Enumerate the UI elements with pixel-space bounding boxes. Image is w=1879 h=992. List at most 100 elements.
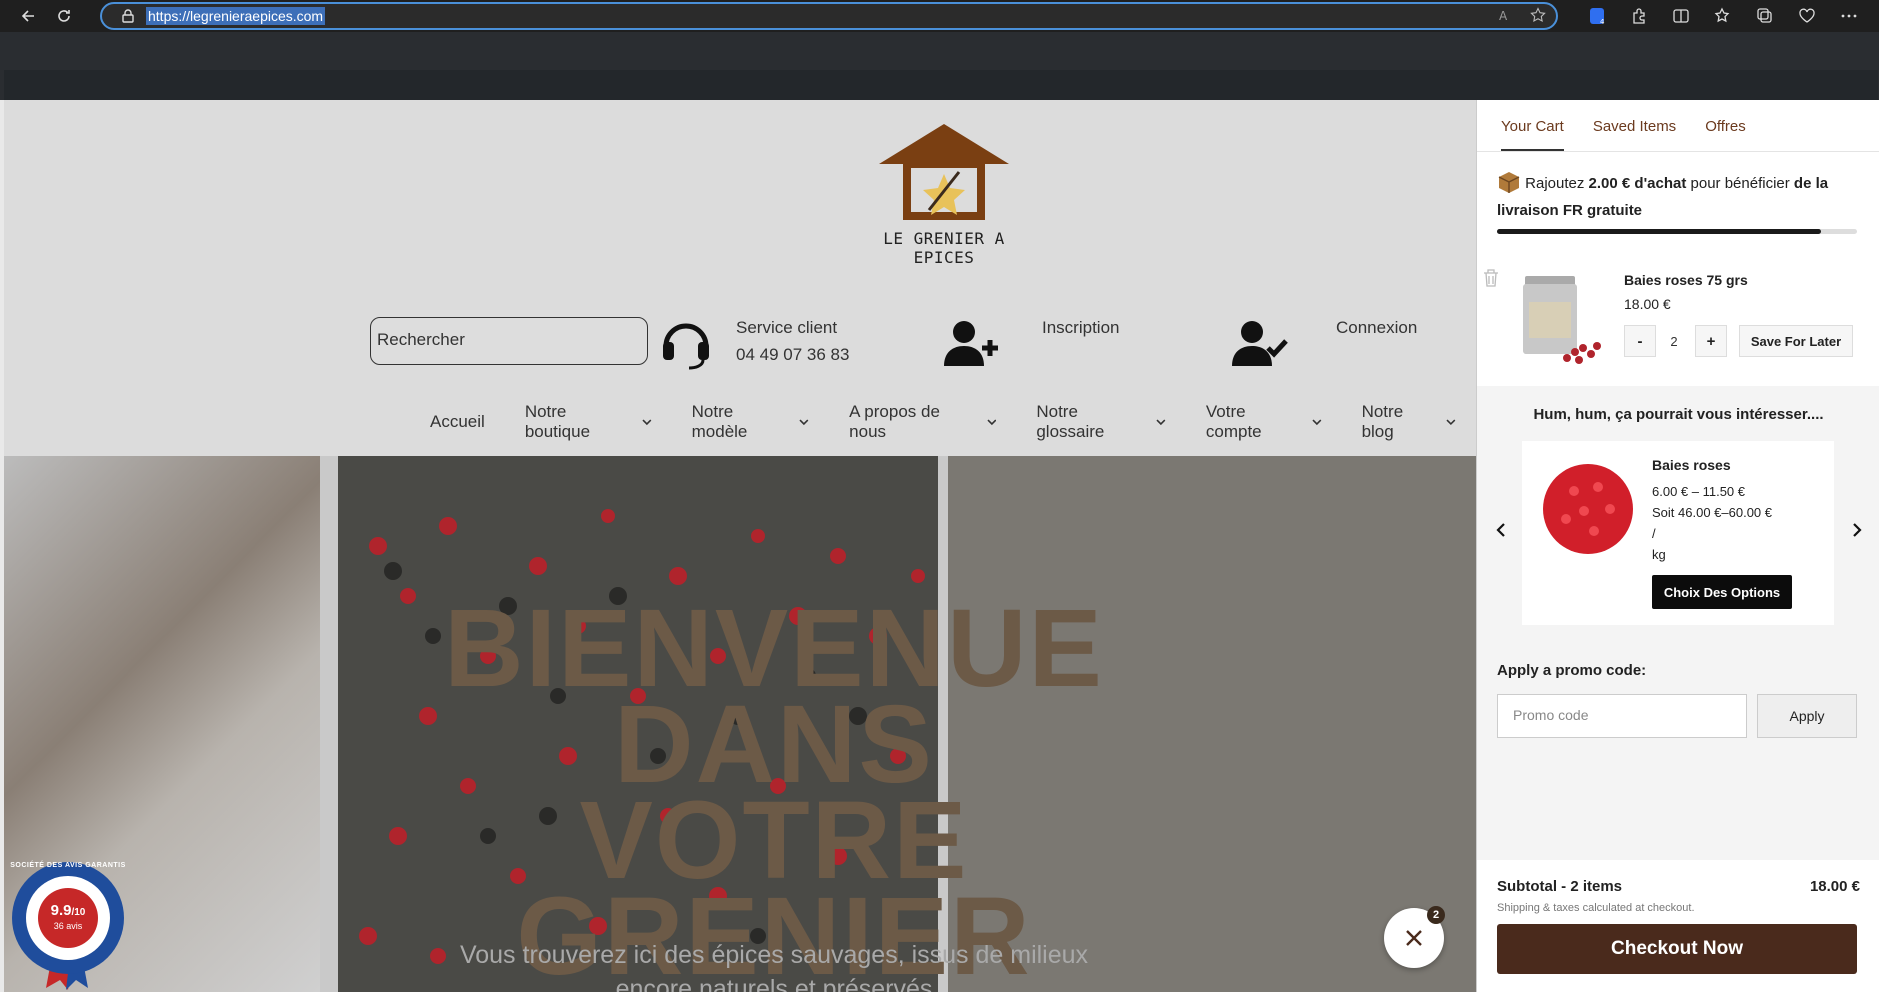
tab-offres[interactable]: Offres: [1705, 118, 1746, 151]
trash-icon[interactable]: [1482, 268, 1500, 288]
service-client-phone[interactable]: 04 49 07 36 83: [736, 341, 849, 368]
menu-item-glossaire[interactable]: Notre glossaire: [1016, 394, 1186, 450]
website-content: LE GRENIER A EPICES Rechercher Service c…: [4, 100, 1476, 992]
main-menu: Accueil Notre boutique Notre modèle A pr…: [410, 394, 1476, 460]
connexion-link[interactable]: Connexion: [1230, 314, 1417, 370]
hero-subtitle-line: encore naturels et préservés: [615, 975, 933, 992]
cart-item-price: 18.00 €: [1624, 296, 1671, 312]
svg-text:4: 4: [1600, 18, 1605, 25]
shipping-amount: 2.00 € d'achat: [1588, 175, 1687, 192]
tab-saved-items[interactable]: Saved Items: [1593, 118, 1676, 151]
menu-item-blog[interactable]: Notre blog: [1342, 394, 1476, 450]
carousel-prev-icon[interactable]: [1491, 520, 1511, 540]
menu-item-compte[interactable]: Votre compte: [1186, 394, 1342, 450]
menu-label: Accueil: [430, 412, 485, 431]
shipping-middle: pour bénéficier: [1686, 175, 1794, 192]
shipping-note: Shipping & taxes calculated at checkout.: [1497, 902, 1695, 914]
badge-score: 9.9/10: [36, 902, 100, 919]
toolbar-icons: 4: [1587, 0, 1859, 32]
badge-score-scale: /10: [71, 907, 86, 918]
subtotal-value: 18.00 €: [1809, 878, 1860, 895]
hero-title: BIENVENUE DANS VOTRE GRENIER: [414, 594, 1134, 992]
badge-score-value: 9.9: [50, 902, 72, 919]
shipping-progress-fill: [1497, 229, 1821, 234]
tab-your-cart[interactable]: Your Cart: [1501, 118, 1564, 151]
hero-subtitle: Vous trouverez ici des épices sauvages, …: [424, 938, 1124, 992]
address-bar[interactable]: https://legrenieraepices.com A: [100, 2, 1558, 30]
chevron-down-icon: [799, 419, 809, 426]
qty-increase-button[interactable]: +: [1695, 325, 1727, 357]
extensions-icon[interactable]: [1629, 6, 1649, 26]
refresh-icon[interactable]: [46, 0, 82, 32]
product-image-baies-roses-tin[interactable]: [1507, 270, 1607, 370]
subtotal-label: Subtotal - 2 items: [1497, 878, 1623, 895]
add-user-icon: [944, 321, 998, 366]
search-input[interactable]: Rechercher: [370, 317, 648, 365]
close-icon: [1406, 930, 1422, 946]
menu-item-accueil[interactable]: Accueil: [410, 394, 505, 460]
choose-options-button[interactable]: Choix Des Options: [1652, 575, 1792, 609]
favorites-icon[interactable]: [1713, 6, 1733, 26]
cart-footer: Subtotal - 2 items 18.00 € Shipping & ta…: [1477, 860, 1879, 992]
shipping-prefix: Rajoutez: [1525, 175, 1589, 192]
site-logo[interactable]: LE GRENIER A EPICES: [859, 122, 1029, 267]
favorite-star-icon[interactable]: [1530, 7, 1546, 28]
checkout-button[interactable]: Checkout Now: [1497, 924, 1857, 974]
cart-drawer: Your Cart Saved Items Offres Rajoutez 2.…: [1476, 100, 1879, 992]
menu-label: A propos de nous: [849, 402, 940, 441]
service-client[interactable]: Service client 04 49 07 36 83: [658, 314, 849, 370]
user-check-icon: [1232, 321, 1288, 366]
upsell-price-per-kg: Soit 46.00 €–60.00 €: [1652, 505, 1772, 520]
bitwarden-extension-icon[interactable]: 4: [1587, 6, 1607, 26]
browser-essentials-icon[interactable]: [1797, 6, 1817, 26]
menu-item-boutique[interactable]: Notre boutique: [505, 394, 672, 450]
headset-icon: [663, 323, 709, 370]
read-aloud-icon[interactable]: A: [1498, 7, 1514, 28]
hero-title-line: DANS VOTRE: [579, 683, 969, 902]
inscription-link[interactable]: Inscription: [942, 314, 1119, 370]
free-shipping-banner: Rajoutez 2.00 € d'achat pour bénéficier …: [1477, 152, 1879, 256]
collections-icon[interactable]: [1755, 6, 1775, 26]
cart-item: Baies roses 75 grs 18.00 € - 2 + Save Fo…: [1477, 256, 1879, 386]
carousel-next-icon[interactable]: [1847, 520, 1867, 540]
inscription-label: Inscription: [1042, 318, 1120, 337]
hero-subtitle-line: Vous trouverez ici des épices sauvages, …: [459, 941, 1089, 969]
cart-tabs: Your Cart Saved Items Offres: [1477, 100, 1879, 152]
back-icon[interactable]: [10, 0, 46, 32]
apply-promo-button[interactable]: Apply: [1757, 694, 1857, 738]
menu-label: Votre compte: [1205, 402, 1262, 441]
free-shipping-message: Rajoutez 2.00 € d'achat pour bénéficier …: [1497, 170, 1867, 224]
lock-icon: [120, 8, 136, 24]
service-client-title: Service client: [736, 318, 838, 337]
cart-item-name[interactable]: Baies roses 75 grs: [1624, 272, 1748, 288]
menu-label: Notre boutique: [524, 402, 591, 441]
product-image-baies-roses[interactable]: [1540, 461, 1636, 557]
qty-value[interactable]: 2: [1659, 325, 1689, 357]
upsell-product-card: Baies roses 6.00 € – 11.50 € Soit 46.00 …: [1522, 441, 1834, 625]
menu-item-a-propos[interactable]: A propos de nous: [829, 394, 1016, 450]
chevron-down-icon: [1446, 419, 1456, 426]
promo-code-input[interactable]: Promo code: [1497, 694, 1747, 738]
svg-text:A: A: [1499, 9, 1508, 23]
chevron-down-icon: [642, 419, 652, 426]
split-screen-icon[interactable]: [1671, 6, 1691, 26]
logo-text: LE GRENIER A EPICES: [883, 229, 1005, 267]
chevron-down-icon: [1312, 419, 1322, 426]
save-for-later-button[interactable]: Save For Later: [1739, 325, 1853, 357]
upsell-price-range: 6.00 € – 11.50 €: [1652, 484, 1746, 499]
upsell-product-name[interactable]: Baies roses: [1652, 457, 1731, 473]
chevron-down-icon: [1156, 419, 1166, 426]
cart-count-badge: 2: [1427, 906, 1445, 924]
url-text[interactable]: https://legrenieraepices.com: [146, 7, 326, 25]
more-menu-icon[interactable]: [1839, 6, 1859, 26]
menu-label: Notre blog: [1361, 402, 1404, 441]
qty-decrease-button[interactable]: -: [1624, 325, 1656, 357]
menu-item-modele[interactable]: Notre modèle: [672, 394, 830, 450]
badge-reviews: 36 avis: [53, 921, 83, 931]
connexion-label: Connexion: [1336, 318, 1418, 337]
shipping-progress-bar: [1497, 229, 1857, 234]
hero-banner: BIENVENUE DANS VOTRE GRENIER Vous trouve…: [4, 456, 1476, 992]
upsell-title: Hum, hum, ça pourrait vous intéresser...…: [1533, 406, 1824, 423]
upsell-price-slash: /: [1652, 526, 1656, 541]
avis-garantis-badge[interactable]: 9.9/10 36 avis SOCIÉTÉ DES AVIS GARANTIS: [8, 860, 128, 990]
